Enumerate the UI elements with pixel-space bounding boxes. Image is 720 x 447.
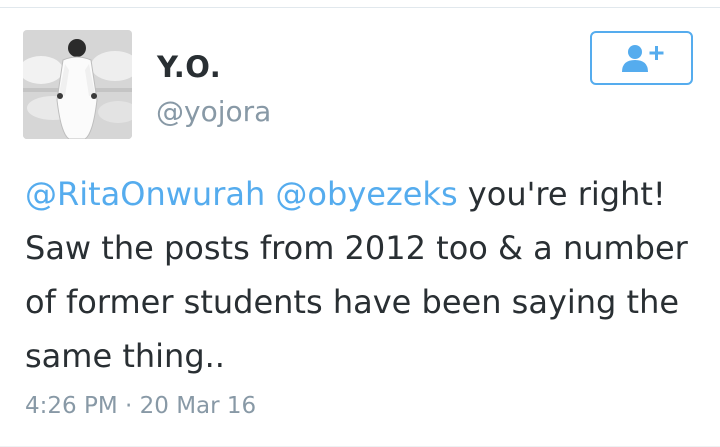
mention-link[interactable]: @obyezeks <box>275 175 457 213</box>
mention-link[interactable]: @RitaOnwurah <box>25 175 265 213</box>
tweet-timestamp[interactable]: 4:26 PM · 20 Mar 16 <box>25 389 256 423</box>
display-name[interactable]: Y.O. <box>157 50 221 84</box>
user-handle[interactable]: @yojora <box>156 95 271 129</box>
tweet-date: 20 Mar 16 <box>139 393 257 419</box>
follow-user-plus-icon <box>621 45 663 72</box>
timestamp-separator: · <box>125 393 133 419</box>
profile-photo-icon <box>23 30 132 139</box>
avatar[interactable] <box>23 30 132 139</box>
tweet-text: @RitaOnwurah @obyezeks you're right! Saw… <box>25 167 695 383</box>
follow-button[interactable] <box>590 31 693 85</box>
top-divider <box>0 0 720 8</box>
tweet-time: 4:26 PM <box>25 393 118 419</box>
